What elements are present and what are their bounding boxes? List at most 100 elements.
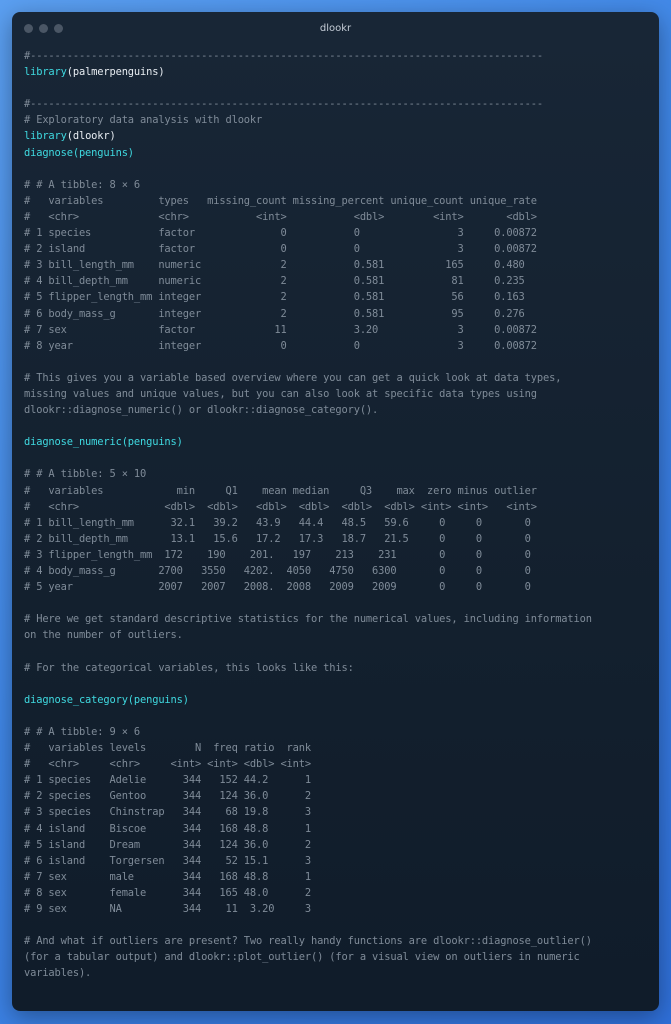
comment-text: # 1 bill_length_mm 32.1 39.2 43.9 44.4 4… xyxy=(24,516,531,529)
code-line: # 3 flipper_length_mm 172 190 201. 197 2… xyxy=(24,547,651,563)
comment-text: # 2 bill_depth_mm 13.1 15.6 17.2 17.3 18… xyxy=(24,532,531,545)
comment-text: # For the categorical variables, this lo… xyxy=(24,661,354,674)
code-line: # This gives you a variable based overvi… xyxy=(24,370,651,386)
function-call: diagnose_category(penguins) xyxy=(24,693,189,706)
code-line: library(dlookr) xyxy=(24,130,116,143)
comment-text: on the number of outliers. xyxy=(24,629,183,642)
comment-text: # <chr> <chr> <int> <dbl> <int> <dbl> xyxy=(24,210,537,223)
code-line: (for a tabular output) and dlookr::plot_… xyxy=(24,949,651,965)
code-line: # 4 island Biscoe 344 168 48.8 1 xyxy=(24,821,651,837)
comment-text: # 8 year integer 0 0 3 0.00872 xyxy=(24,339,537,352)
comment-text: # # A tibble: 9 × 6 xyxy=(24,725,141,738)
window-controls xyxy=(24,24,63,33)
code-line: # # A tibble: 5 × 10 xyxy=(24,466,651,482)
comment-text: # 7 sex factor 11 3.20 3 0.00872 xyxy=(24,323,537,336)
code-line: # Here we get standard descriptive stati… xyxy=(24,611,651,627)
comment-text: # Here we get standard descriptive stati… xyxy=(24,613,592,626)
comment-text: # 2 island factor 0 0 3 0.00872 xyxy=(24,243,537,256)
function-argument: dlookr xyxy=(72,130,110,143)
minimize-dot-icon[interactable] xyxy=(39,24,48,33)
comment-text: # 6 island Torgersen 344 52 15.1 3 xyxy=(24,854,311,867)
code-line: variables). xyxy=(24,965,651,981)
code-line: # 7 sex male 344 168 48.8 1 xyxy=(24,869,651,885)
code-line: missing values and unique values, but yo… xyxy=(24,386,651,402)
code-line: # 6 island Torgersen 344 52 15.1 3 xyxy=(24,853,651,869)
comment-text: # Exploratory data analysis with dlookr xyxy=(24,114,263,127)
code-line: diagnose_numeric(penguins) xyxy=(24,434,651,450)
code-line: # 2 island factor 0 0 3 0.00872 xyxy=(24,241,651,257)
comment-text: variables). xyxy=(24,967,92,980)
code-line: # 5 island Dream 344 124 36.0 2 xyxy=(24,837,651,853)
function-name: library xyxy=(24,66,67,79)
comment-text: #---------------------------------------… xyxy=(24,50,543,62)
window-title: dlookr xyxy=(319,22,352,34)
close-dot-icon[interactable] xyxy=(24,24,33,33)
code-line: diagnose(penguins) xyxy=(24,145,651,161)
function-call: diagnose_numeric(penguins) xyxy=(24,436,183,449)
code-line: # <chr> <chr> <int> <int> <dbl> <int> xyxy=(24,756,651,772)
comment-text: # 2 species Gentoo 344 124 36.0 2 xyxy=(24,790,311,803)
comment-text: # 3 species Chinstrap 344 68 19.8 3 xyxy=(24,806,311,819)
comment-text: # 4 body_mass_g 2700 3550 4202. 4050 475… xyxy=(24,565,531,577)
comment-text: # 1 species Adelie 344 152 44.2 1 xyxy=(24,774,311,787)
maximize-dot-icon[interactable] xyxy=(54,24,63,33)
code-line: # <chr> <chr> <int> <dbl> <int> <dbl> xyxy=(24,209,651,225)
code-line: on the number of outliers. xyxy=(24,627,651,643)
code-line: # For the categorical variables, this lo… xyxy=(24,660,651,676)
code-window: dlookr #--------------------------------… xyxy=(12,12,659,1011)
comment-text: # 1 species factor 0 0 3 0.00872 xyxy=(24,227,537,240)
code-editor[interactable]: #---------------------------------------… xyxy=(24,48,651,981)
comment-text: # This gives you a variable based overvi… xyxy=(24,371,562,384)
comment-text: (for a tabular output) and dlookr::plot_… xyxy=(24,951,580,964)
comment-text: # 5 flipper_length_mm integer 2 0.581 56… xyxy=(24,291,525,304)
comment-text: # 9 sex NA 344 11 3.20 3 xyxy=(24,902,311,915)
code-line: # And what if outliers are present? Two … xyxy=(24,933,651,949)
function-call: diagnose(penguins) xyxy=(24,146,134,159)
comment-text: # 4 bill_depth_mm numeric 2 0.581 81 0.2… xyxy=(24,275,525,288)
code-line: diagnose_category(penguins) xyxy=(24,692,651,708)
code-line: # 2 species Gentoo 344 124 36.0 2 xyxy=(24,788,651,804)
code-line: # # A tibble: 8 × 6 xyxy=(24,177,651,193)
comment-text: # 5 island Dream 344 124 36.0 2 xyxy=(24,838,311,851)
code-line: # 5 flipper_length_mm integer 2 0.581 56… xyxy=(24,289,651,305)
code-line: # variables levels N freq ratio rank xyxy=(24,740,651,756)
code-line: # 6 body_mass_g integer 2 0.581 95 0.276 xyxy=(24,306,651,322)
comment-text: # # A tibble: 5 × 10 xyxy=(24,468,147,481)
comment-text: # And what if outliers are present? Two … xyxy=(24,935,592,948)
code-line: # 1 species factor 0 0 3 0.00872 xyxy=(24,225,651,241)
code-line: # variables min Q1 mean median Q3 max ze… xyxy=(24,483,651,499)
comment-text: # 3 bill_length_mm numeric 2 0.581 165 0… xyxy=(24,259,525,272)
code-line: # 4 body_mass_g 2700 3550 4202. 4050 475… xyxy=(24,563,651,579)
comment-text: # # A tibble: 8 × 6 xyxy=(24,178,141,191)
code-line: # 1 species Adelie 344 152 44.2 1 xyxy=(24,772,651,788)
comment-text: # 8 sex female 344 165 48.0 2 xyxy=(24,886,311,899)
code-line: # 8 sex female 344 165 48.0 2 xyxy=(24,885,651,901)
code-line: #---------------------------------------… xyxy=(24,48,651,64)
code-line: # <chr> <dbl> <dbl> <dbl> <dbl> <dbl> <d… xyxy=(24,499,651,515)
code-line: # 2 bill_depth_mm 13.1 15.6 17.2 17.3 18… xyxy=(24,531,651,547)
comment-text: # variables levels N freq ratio rank xyxy=(24,742,311,755)
comment-text: dlookr::diagnose_numeric() or dlookr::di… xyxy=(24,404,379,417)
code-line: #---------------------------------------… xyxy=(24,96,651,112)
comment-text: # variables min Q1 mean median Q3 max ze… xyxy=(24,484,537,497)
code-line: # 4 bill_depth_mm numeric 2 0.581 81 0.2… xyxy=(24,273,651,289)
code-line: # # A tibble: 9 × 6 xyxy=(24,724,651,740)
comment-text: # <chr> <chr> <int> <int> <dbl> <int> xyxy=(24,758,311,771)
code-line: library(palmerpenguins) xyxy=(24,66,165,79)
code-line: # 9 sex NA 344 11 3.20 3 xyxy=(24,901,651,917)
code-line: # Exploratory data analysis with dlookr xyxy=(24,112,651,128)
code-line: # 7 sex factor 11 3.20 3 0.00872 xyxy=(24,322,651,338)
comment-text: #---------------------------------------… xyxy=(24,98,543,111)
comment-text: # 7 sex male 344 168 48.8 1 xyxy=(24,870,311,883)
code-line: # 8 year integer 0 0 3 0.00872 xyxy=(24,338,651,354)
comment-text: # 4 island Biscoe 344 168 48.8 1 xyxy=(24,822,311,835)
comment-text: missing values and unique values, but yo… xyxy=(24,387,537,400)
